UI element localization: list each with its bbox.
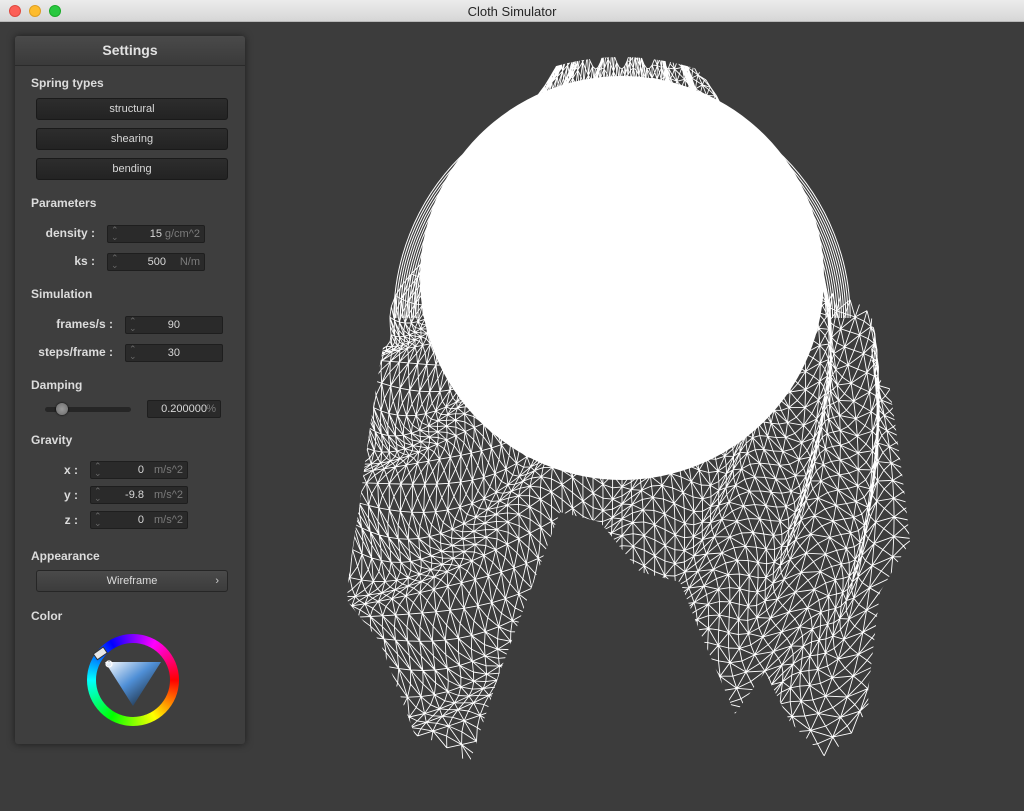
window-title: Cloth Simulator (467, 4, 557, 19)
settings-header[interactable]: Settings (15, 36, 245, 66)
damping-unit: % (206, 403, 216, 415)
ks-label: ks : (74, 254, 95, 268)
gravity-z-label: z : (64, 513, 78, 527)
steps-label: steps/frame : (38, 345, 113, 359)
gravity-y-unit: m/s^2 (154, 489, 183, 501)
gravity-x-field[interactable]: ⌃ ⌄ 0 m/s^2 (90, 461, 188, 479)
density-label: density : (45, 226, 95, 240)
window-titlebar: Cloth Simulator (0, 0, 1024, 22)
bending-button[interactable]: bending (36, 158, 228, 180)
spinner-icon[interactable]: ⌃ ⌄ (129, 345, 137, 361)
shearing-button[interactable]: shearing (36, 128, 228, 150)
spinner-icon[interactable]: ⌃ ⌄ (111, 254, 119, 270)
color-heading: Color (31, 609, 63, 623)
spinner-icon[interactable]: ⌃ ⌄ (129, 317, 137, 333)
gravity-x-label: x : (63, 463, 78, 477)
fps-label: frames/s : (56, 317, 113, 331)
fps-value: 90 (167, 319, 180, 331)
settings-panel: Settings Spring types structural shearin… (15, 36, 245, 744)
gravity-y-value: -9.8 (125, 489, 144, 501)
spinner-icon[interactable]: ⌃ ⌄ (94, 487, 102, 503)
gravity-x-unit: m/s^2 (154, 464, 183, 476)
gravity-z-unit: m/s^2 (154, 514, 183, 526)
spinner-icon[interactable]: ⌃ ⌄ (94, 512, 102, 528)
spinner-icon[interactable]: ⌃ ⌄ (94, 462, 102, 478)
gravity-heading: Gravity (31, 433, 73, 447)
spring-types-heading: Spring types (31, 76, 104, 90)
steps-field[interactable]: ⌃ ⌄ 30 (125, 344, 223, 362)
fps-field[interactable]: ⌃ ⌄ 90 (125, 316, 223, 334)
damping-heading: Damping (31, 378, 83, 392)
density-field[interactable]: ⌃ ⌄ 15 g/cm^2 (107, 225, 205, 243)
damping-value: 0.200000 (161, 403, 207, 415)
gravity-z-value: 0 (137, 514, 144, 526)
color-triangle[interactable] (87, 634, 179, 726)
spinner-icon[interactable]: ⌃ ⌄ (111, 226, 119, 242)
simulation-heading: Simulation (31, 287, 93, 301)
density-value: 15 (149, 228, 162, 240)
parameters-heading: Parameters (31, 196, 97, 210)
ks-value: 500 (147, 256, 166, 268)
gravity-x-value: 0 (137, 464, 144, 476)
color-wheel[interactable] (87, 634, 179, 726)
render-mode-dropdown[interactable]: Wireframe › (36, 570, 228, 592)
gravity-y-label: y : (63, 488, 78, 502)
render-mode-value: Wireframe (106, 575, 158, 587)
sphere (420, 76, 824, 480)
density-unit: g/cm^2 (164, 228, 200, 240)
gravity-y-field[interactable]: ⌃ ⌄ -9.8 m/s^2 (90, 486, 188, 504)
ks-field[interactable]: ⌃ ⌄ 500 N/m (107, 253, 205, 271)
hue-selector[interactable] (92, 646, 108, 661)
gravity-z-field[interactable]: ⌃ ⌄ 0 m/s^2 (90, 511, 188, 529)
structural-button[interactable]: structural (36, 98, 228, 120)
appearance-heading: Appearance (31, 549, 100, 563)
ks-unit: N/m (179, 256, 200, 268)
chevron-right-icon: › (215, 575, 219, 587)
steps-value: 30 (167, 347, 180, 359)
damping-field[interactable]: 0.200000 % (147, 400, 221, 418)
damping-slider-handle[interactable] (56, 403, 69, 415)
